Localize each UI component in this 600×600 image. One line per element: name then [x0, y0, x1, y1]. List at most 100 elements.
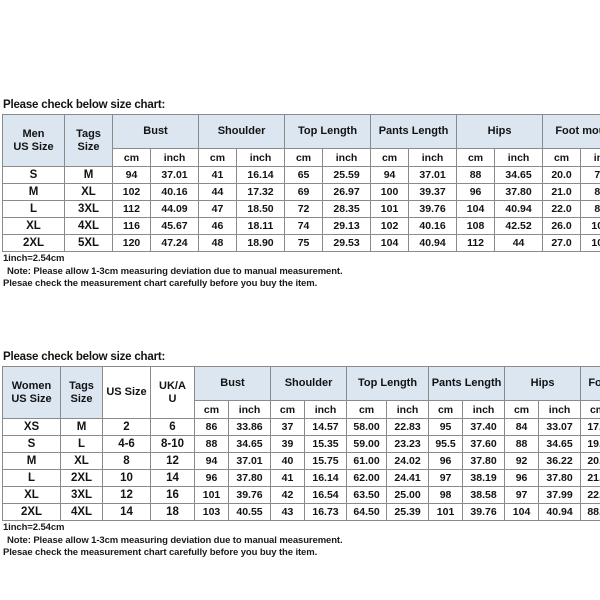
- table-row: L 3XL 112 44.09 47 18.50 72 28.35 101 39…: [2, 200, 600, 218]
- womens-row-3-val-0: 96: [194, 469, 229, 487]
- womens-tags-size-header-line2: Size: [70, 392, 93, 405]
- womens-row-4-val-7: 38.58: [462, 486, 506, 504]
- womens-uk-au-size-header: UK/A U: [150, 366, 195, 419]
- table-row: S M 94 37.01 41 16.14 65 25.59 94 37.01 …: [2, 166, 600, 184]
- mens-row-1-val-6: 100: [370, 183, 410, 201]
- womens-row-4-val-5: 25.00: [386, 486, 430, 504]
- womens-row-0-val-10: 17.0: [580, 418, 600, 436]
- womens-row-0-val-4: 58.00: [346, 418, 388, 436]
- womens-row-5-val-5: 25.39: [386, 503, 430, 521]
- mens-row-4-val-10: 27.0: [542, 234, 582, 252]
- mens-row-0-val-5: 25.59: [322, 166, 372, 184]
- mens-row-2-val-9: 40.94: [494, 200, 544, 218]
- womens-row-5-val-8: 104: [504, 503, 540, 521]
- womens-row-3-val-7: 38.19: [462, 469, 506, 487]
- mens-tags-size-header: Tags Size: [64, 114, 113, 167]
- mens-row-4-val-11: 10.63: [580, 234, 600, 252]
- womens-group-foot-mouth: Foot mouth: [580, 366, 600, 401]
- mens-row-0-us-size: S: [2, 166, 65, 184]
- mens-group-top-length: Top Length: [284, 114, 372, 149]
- womens-row-5-tags-size: 4XL: [60, 503, 103, 521]
- womens-row-1-uk-au: 8-10: [150, 435, 195, 453]
- size-chart-page: Please check below size chart: Men US Si…: [0, 0, 600, 600]
- womens-size-chart-block: Please check below size chart: Women US …: [2, 350, 600, 560]
- mens-row-4-val-4: 75: [284, 234, 324, 252]
- womens-chart-title: Please check below size chart:: [3, 351, 166, 363]
- mens-row-3-val-4: 74: [284, 217, 324, 235]
- mens-notes: 1inch=2.54cm Note: Please allow 1-3cm me…: [3, 253, 598, 291]
- mens-row-3-val-9: 42.52: [494, 217, 544, 235]
- womens-us-size-header-line1: Women: [11, 379, 52, 392]
- womens-row-3-uk-au: 14: [150, 469, 195, 487]
- womens-row-2-val-4: 61.00: [346, 452, 388, 470]
- mens-table-header: Men US Size Tags Size Bust Shoulder Top …: [2, 114, 600, 167]
- womens-row-2-uk-au: 12: [150, 452, 195, 470]
- womens-row-5-us-num: 14: [102, 503, 151, 521]
- womens-row-2-val-2: 40: [270, 452, 306, 470]
- mens-row-2-val-2: 47: [198, 200, 238, 218]
- womens-row-1-val-4: 59.00: [346, 435, 388, 453]
- mens-row-4-val-6: 104: [370, 234, 410, 252]
- womens-row-4-us-num: 12: [102, 486, 151, 504]
- womens-row-1-val-3: 15.35: [304, 435, 348, 453]
- mens-row-1-val-11: 8.27: [580, 183, 600, 201]
- womens-row-2-val-1: 37.01: [227, 452, 272, 470]
- mens-row-0-val-0: 94: [112, 166, 151, 184]
- mens-note-check-chart: Plesae check the measurement chart caref…: [3, 278, 318, 289]
- mens-us-size-header: Men US Size: [2, 114, 65, 167]
- womens-row-3-val-1: 37.80: [227, 469, 272, 487]
- womens-unit-pants-length-inch: inch: [462, 400, 506, 419]
- womens-row-1-val-0: 88: [194, 435, 229, 453]
- mens-tags-size-header-line1: Tags: [76, 127, 101, 140]
- womens-row-1-val-9: 34.65: [538, 435, 582, 453]
- womens-row-4-val-1: 39.76: [227, 486, 272, 504]
- table-row: M XL 8 12 94 37.01 40 15.75 61.00 24.02 …: [2, 452, 600, 470]
- mens-row-1-val-5: 26.97: [322, 183, 372, 201]
- womens-row-5-val-1: 40.55: [227, 503, 272, 521]
- womens-notes: 1inch=2.54cm Note: Please allow 1-3cm me…: [3, 522, 598, 560]
- mens-unit-pants-length-inch: inch: [408, 148, 458, 167]
- mens-row-3-val-1: 45.67: [149, 217, 200, 235]
- mens-row-0-val-6: 94: [370, 166, 410, 184]
- womens-unit-top-length-inch: inch: [386, 400, 430, 419]
- mens-row-1-val-2: 44: [198, 183, 238, 201]
- womens-tags-size-header: Tags Size: [60, 366, 103, 419]
- womens-table-body: XS M 2 6 86 33.86 37 14.57 58.00 22.83 9…: [2, 418, 600, 521]
- womens-group-pants-length: Pants Length: [428, 366, 506, 401]
- womens-unit-bust-cm: cm: [194, 400, 229, 419]
- womens-note-deviation: Note: Please allow 1-3cm measuring devia…: [7, 534, 343, 546]
- womens-row-2-us-num: 8: [102, 452, 151, 470]
- mens-unit-hips-inch: inch: [494, 148, 544, 167]
- table-row: S L 4-6 8-10 88 34.65 39 15.35 59.00 23.…: [2, 435, 600, 453]
- table-row: 2XL 4XL 14 18 103 40.55 43 16.73 64.50 2…: [2, 503, 600, 521]
- womens-row-1-us-num: 4-6: [102, 435, 151, 453]
- mens-row-2-val-0: 112: [112, 200, 151, 218]
- mens-row-3-val-10: 26.0: [542, 217, 582, 235]
- womens-row-5-uk-au: 18: [150, 503, 195, 521]
- mens-row-0-val-3: 16.14: [236, 166, 286, 184]
- mens-tags-size-header-line2: Size: [77, 140, 100, 153]
- womens-row-0-val-5: 22.83: [386, 418, 430, 436]
- mens-row-4-val-3: 18.90: [236, 234, 286, 252]
- womens-tags-size-header-line1: Tags: [69, 379, 94, 392]
- womens-unit-bust-inch: inch: [227, 400, 272, 419]
- womens-row-5-val-6: 101: [428, 503, 464, 521]
- mens-row-3-us-size: XL: [2, 217, 65, 235]
- womens-us-numeric-size-header: US Size: [102, 366, 151, 419]
- womens-group-shoulder: Shoulder: [270, 366, 348, 401]
- womens-unit-shoulder-inch: inch: [304, 400, 348, 419]
- womens-row-4-val-2: 42: [270, 486, 306, 504]
- womens-row-5-val-2: 43: [270, 503, 306, 521]
- mens-row-4-val-0: 120: [112, 234, 151, 252]
- womens-unit-shoulder-cm: cm: [270, 400, 306, 419]
- womens-row-3-us-size: L: [2, 469, 61, 487]
- mens-note-inch-conversion: 1inch=2.54cm: [3, 253, 65, 264]
- mens-row-0-val-2: 41: [198, 166, 238, 184]
- womens-row-0-us-num: 2: [102, 418, 151, 436]
- mens-row-1-val-0: 102: [112, 183, 151, 201]
- mens-group-shoulder: Shoulder: [198, 114, 286, 149]
- mens-row-0-val-9: 34.65: [494, 166, 544, 184]
- mens-unit-top-length-cm: cm: [284, 148, 324, 167]
- womens-size-table: Women US Size Tags Size US Size UK/A U B…: [2, 366, 600, 521]
- mens-unit-hips-cm: cm: [456, 148, 496, 167]
